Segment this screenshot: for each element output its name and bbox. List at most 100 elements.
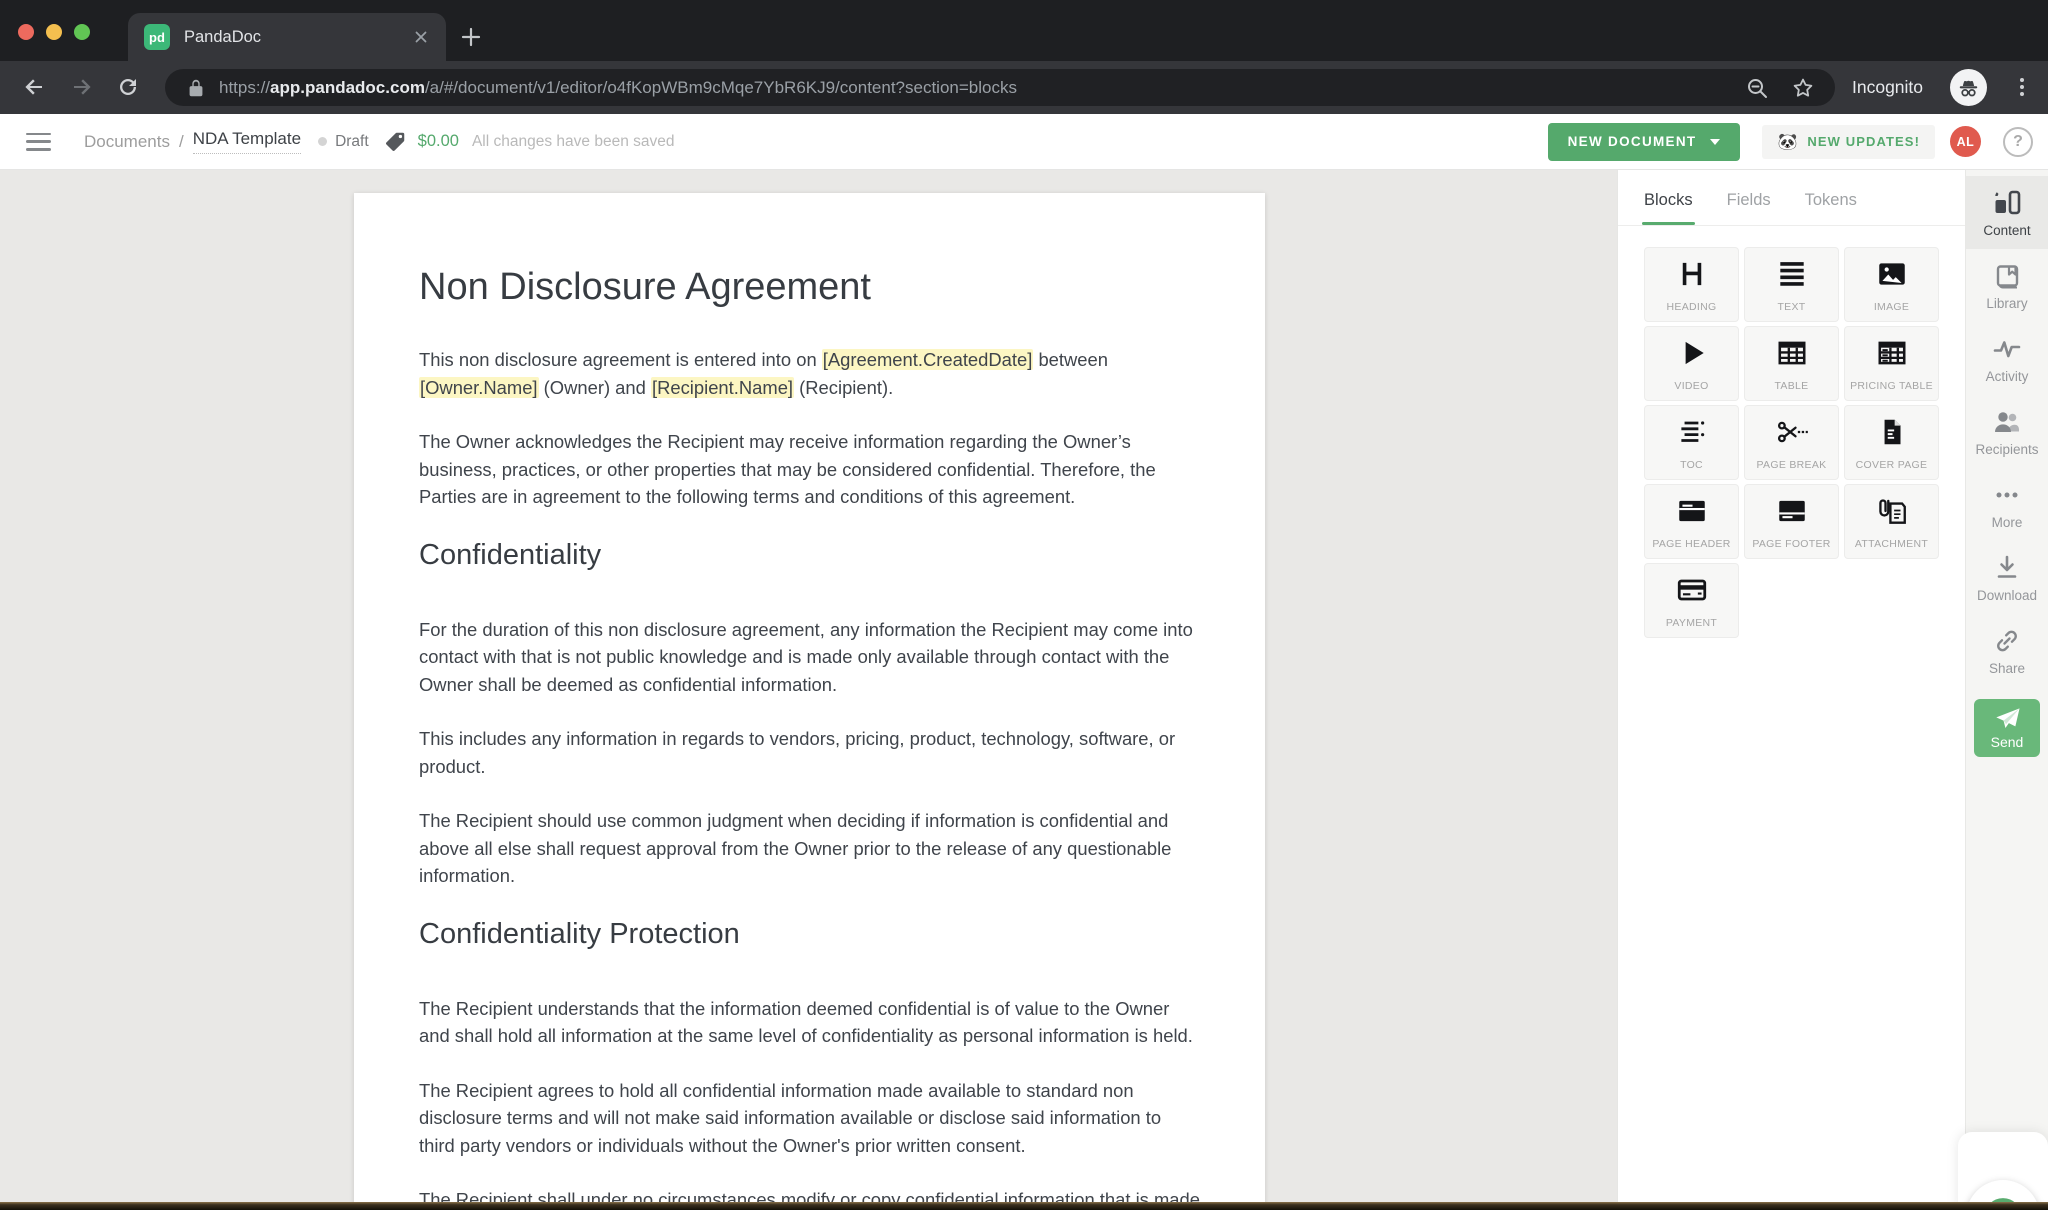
doc-paragraph-acknowledge[interactable]: The Owner acknowledges the Recipient may…: [419, 428, 1200, 511]
more-icon: [1992, 480, 2022, 510]
page-header-icon: [1675, 495, 1709, 527]
document-price[interactable]: $0.00: [418, 132, 459, 151]
app-header: Documents / NDA Template Draft $0.00 All…: [0, 114, 2048, 170]
block-tile-attachment[interactable]: ATTACHMENT: [1844, 484, 1939, 559]
status-badge: Draft: [335, 133, 369, 151]
url-path: /a/#/document/v1/editor/o4fKopWBm9cMqe7Y…: [425, 78, 1017, 97]
document-title-field[interactable]: NDA Template: [193, 129, 301, 154]
toc-icon: [1675, 416, 1709, 448]
right-rail: Content Library Activity: [1965, 170, 2048, 1210]
doc-paragraph-judgment[interactable]: The Recipient should use common judgment…: [419, 807, 1200, 890]
zoom-out-icon[interactable]: [1745, 76, 1769, 100]
close-window-button[interactable]: [18, 24, 34, 40]
image-icon: [1875, 258, 1909, 290]
browser-toolbar: https://app.pandadoc.com/a/#/document/v1…: [0, 61, 2048, 114]
send-plane-icon: [1993, 706, 2021, 732]
send-button[interactable]: Send: [1974, 699, 2040, 757]
rail-item-library[interactable]: Library: [1966, 249, 2048, 322]
block-tile-page-break[interactable]: PAGE BREAK: [1744, 405, 1839, 480]
block-tile-page-footer[interactable]: PAGE FOOTER: [1744, 484, 1839, 559]
token-recipient-name[interactable]: [Recipient.Name]: [651, 377, 794, 398]
block-tile-heading[interactable]: HEADING: [1644, 247, 1739, 322]
block-tile-text[interactable]: TEXT: [1744, 247, 1839, 322]
document-page: Non Disclosure Agreement This non disclo…: [354, 193, 1265, 1210]
block-tile-page-header[interactable]: PAGE HEADER: [1644, 484, 1739, 559]
page-break-icon: [1775, 416, 1809, 448]
share-link-icon: [1992, 626, 2022, 656]
editor-canvas: Non Disclosure Agreement This non disclo…: [0, 170, 1617, 1210]
doc-subheading-confidentiality[interactable]: Confidentiality: [419, 538, 1200, 572]
header-actions: NEW DOCUMENT 🐼 NEW UPDATES! AL ?: [1548, 123, 2033, 161]
breadcrumb-separator: /: [179, 132, 184, 152]
incognito-label: Incognito: [1852, 61, 1923, 114]
url-host: app.pandadoc.com: [270, 78, 425, 97]
lock-icon: [185, 77, 207, 99]
rail-item-content[interactable]: Content: [1966, 176, 2048, 249]
panel-tabs: Blocks Fields Tokens: [1618, 170, 1965, 226]
rail-item-share[interactable]: Share: [1966, 614, 2048, 687]
block-tile-payment[interactable]: PAYMENT: [1644, 563, 1739, 638]
pandadoc-favicon: pd: [144, 24, 170, 50]
incognito-icon: [1950, 69, 1987, 106]
rail-item-more[interactable]: More: [1966, 468, 2048, 541]
bookmark-star-icon[interactable]: [1791, 76, 1815, 100]
breadcrumb-documents[interactable]: Documents: [84, 132, 170, 152]
new-updates-button[interactable]: 🐼 NEW UPDATES!: [1762, 125, 1935, 159]
blocks-panel: Blocks Fields Tokens HEADING TEXT: [1617, 170, 1965, 1210]
doc-paragraph-includes[interactable]: This includes any information in regards…: [419, 725, 1200, 780]
video-icon: [1675, 337, 1709, 369]
attachment-icon: [1875, 495, 1909, 527]
browser-tab[interactable]: pd PandaDoc: [128, 13, 446, 61]
tab-fields[interactable]: Fields: [1727, 170, 1771, 225]
bottom-edge-bar: [0, 1202, 2048, 1210]
doc-paragraph-understands[interactable]: The Recipient understands that the infor…: [419, 995, 1200, 1050]
text-icon: [1775, 258, 1809, 290]
help-button[interactable]: ?: [2003, 127, 2033, 157]
rail-item-recipients[interactable]: Recipients: [1966, 395, 2048, 468]
tab-close-icon[interactable]: [412, 28, 430, 46]
block-tile-toc[interactable]: TOC: [1644, 405, 1739, 480]
content-icon: [1992, 188, 2022, 218]
main-area: Non Disclosure Agreement This non disclo…: [0, 170, 2048, 1210]
address-bar[interactable]: https://app.pandadoc.com/a/#/document/v1…: [165, 69, 1835, 106]
rail-item-activity[interactable]: Activity: [1966, 322, 2048, 395]
block-tiles-grid: HEADING TEXT IMAGE: [1618, 226, 1965, 638]
doc-subheading-protection[interactable]: Confidentiality Protection: [419, 917, 1200, 951]
heading-icon: [1675, 258, 1709, 290]
tab-tokens[interactable]: Tokens: [1805, 170, 1857, 225]
doc-paragraph-intro[interactable]: This non disclosure agreement is entered…: [419, 346, 1200, 401]
download-icon: [1992, 553, 2022, 583]
block-tile-table[interactable]: TABLE: [1744, 326, 1839, 401]
page-footer-icon: [1775, 495, 1809, 527]
forward-icon[interactable]: [70, 75, 94, 99]
minimize-window-button[interactable]: [46, 24, 62, 40]
activity-icon: [1992, 334, 2022, 364]
fullscreen-window-button[interactable]: [74, 24, 90, 40]
doc-heading[interactable]: Non Disclosure Agreement: [419, 266, 1200, 309]
token-agreement-createddate[interactable]: [Agreement.CreatedDate]: [822, 349, 1034, 370]
payment-icon: [1675, 574, 1709, 606]
token-owner-name[interactable]: [Owner.Name]: [419, 377, 539, 398]
block-tile-image[interactable]: IMAGE: [1844, 247, 1939, 322]
chevron-down-icon: [1710, 139, 1720, 145]
browser-menu-icon[interactable]: [2010, 75, 2034, 99]
main-menu-icon[interactable]: [26, 133, 51, 151]
screen: pd PandaDoc https://app.pandadoc.com/a/#…: [0, 0, 2048, 1210]
price-tag-icon[interactable]: [385, 131, 406, 152]
cover-page-icon: [1875, 416, 1909, 448]
recipients-icon: [1992, 407, 2022, 437]
block-tile-video[interactable]: VIDEO: [1644, 326, 1739, 401]
rail-item-download[interactable]: Download: [1966, 541, 2048, 614]
new-tab-icon[interactable]: [458, 24, 484, 50]
back-icon[interactable]: [22, 75, 46, 99]
block-tile-pricing-table[interactable]: PRICING TABLE: [1844, 326, 1939, 401]
doc-paragraph-agrees[interactable]: The Recipient agrees to hold all confide…: [419, 1077, 1200, 1160]
doc-paragraph-duration[interactable]: For the duration of this non disclosure …: [419, 616, 1200, 699]
reload-icon[interactable]: [116, 75, 140, 99]
tab-title: PandaDoc: [184, 28, 412, 47]
avatar[interactable]: AL: [1950, 126, 1981, 157]
block-tile-cover-page[interactable]: COVER PAGE: [1844, 405, 1939, 480]
new-document-button[interactable]: NEW DOCUMENT: [1548, 123, 1741, 161]
browser-tab-strip: pd PandaDoc: [0, 0, 2048, 61]
tab-blocks[interactable]: Blocks: [1644, 170, 1693, 225]
